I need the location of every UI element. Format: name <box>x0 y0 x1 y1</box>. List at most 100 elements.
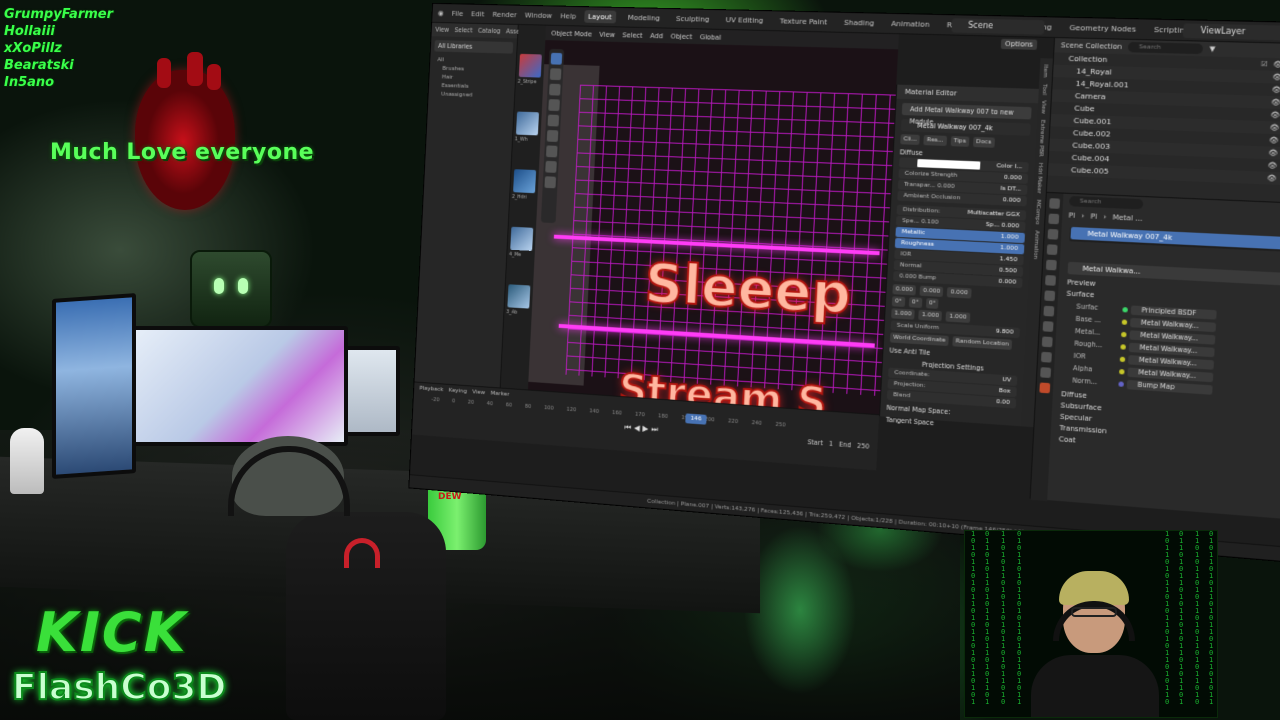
docs-chip[interactable]: Docs <box>972 136 995 148</box>
color-swatch[interactable] <box>917 159 981 170</box>
render-tab-icon[interactable] <box>1048 213 1060 225</box>
catalog-item[interactable]: Unassigned <box>428 89 514 100</box>
asset-thumbnail[interactable] <box>507 284 531 309</box>
tab-item[interactable]: Item <box>1042 64 1049 77</box>
tool-tab-icon[interactable] <box>1049 198 1061 209</box>
mapping-field[interactable]: 0.000 <box>892 284 917 296</box>
transform-tool-icon[interactable] <box>546 129 559 142</box>
visibility-icons[interactable]: 👁▣ <box>1267 159 1280 173</box>
output-tab-icon[interactable] <box>1047 228 1059 240</box>
outliner-search-input[interactable]: Search <box>1128 41 1204 55</box>
mapping-field[interactable]: 0° <box>891 296 906 307</box>
menu-edit[interactable]: Edit <box>471 9 485 18</box>
asset-menu-catalog[interactable]: Catalog <box>478 27 501 35</box>
timeline-menu-marker[interactable]: Marker <box>490 390 509 398</box>
playhead[interactable]: 146 <box>685 413 707 425</box>
viewport-menu-select[interactable]: Select <box>622 31 643 39</box>
play-icon[interactable]: ▶ <box>642 424 648 434</box>
asset-thumbnail[interactable] <box>513 169 537 194</box>
rotate-tool-icon[interactable] <box>548 99 560 112</box>
tab-animation-panel[interactable]: Animation <box>1032 230 1040 259</box>
3d-viewport[interactable]: Object Mode View Select Add Object Globa… <box>527 25 899 415</box>
material-name-field[interactable]: Metal Walkway 007_4k <box>900 119 1031 136</box>
scene-tab-icon[interactable] <box>1045 259 1057 271</box>
is-dt-checkbox[interactable]: Is DT... <box>1000 184 1021 195</box>
mapping-field[interactable]: 0° <box>908 297 923 308</box>
visibility-icons[interactable]: ☑👁▣ <box>1260 58 1280 72</box>
scene-selector[interactable]: Scene <box>951 18 1045 35</box>
material-tab-icon[interactable] <box>1039 382 1051 394</box>
tab-modeling[interactable]: Modeling <box>624 11 664 25</box>
tab-extreme-pbr[interactable]: Extreme PBR <box>1037 120 1045 157</box>
menu-file[interactable]: File <box>452 9 464 18</box>
random-location-button[interactable]: Random Location <box>952 336 1013 350</box>
asset-menu-select[interactable]: Select <box>454 26 472 34</box>
view-layer-tab-icon[interactable] <box>1046 244 1058 256</box>
view-layer-selector[interactable]: ViewLayer <box>1182 23 1280 41</box>
tips-chip[interactable]: Tips <box>950 136 970 147</box>
visibility-icons[interactable]: 👁▣ <box>1267 172 1280 186</box>
asset-thumbnail[interactable] <box>518 53 542 78</box>
tab-view[interactable]: View <box>1040 100 1047 114</box>
asset-thumbnail[interactable] <box>510 226 534 251</box>
jump-start-icon[interactable]: ⏮ <box>624 423 631 433</box>
visibility-icons[interactable]: 👁▣ <box>1271 96 1280 110</box>
cursor-tool-icon[interactable] <box>549 68 562 81</box>
timeline-menu-keying[interactable]: Keying <box>449 387 467 395</box>
menu-window[interactable]: Window <box>525 11 553 20</box>
visibility-icons[interactable]: 👁▣ <box>1272 71 1280 84</box>
visibility-icons[interactable]: 👁▣ <box>1269 121 1280 135</box>
object-tab-icon[interactable] <box>1044 290 1056 302</box>
constraints-tab-icon[interactable] <box>1040 351 1052 363</box>
tab-layout[interactable]: Layout <box>584 10 616 24</box>
tab-animation[interactable]: Animation <box>887 17 934 31</box>
start-frame-field[interactable]: 1 <box>829 440 833 448</box>
particles-tab-icon[interactable] <box>1042 321 1054 332</box>
visibility-icons[interactable]: 👁▣ <box>1270 109 1280 123</box>
mapping-field[interactable]: 1.000 <box>891 308 915 320</box>
visibility-icons[interactable]: 👁▣ <box>1269 134 1280 148</box>
mapping-field[interactable]: 1.000 <box>918 309 943 322</box>
end-frame-field[interactable]: 250 <box>857 442 870 451</box>
mode-selector[interactable]: Object Mode <box>551 29 592 38</box>
asset-menu-view[interactable]: View <box>435 26 449 34</box>
world-tab-icon[interactable] <box>1045 275 1056 286</box>
viewport-menu-add[interactable]: Add <box>650 32 663 40</box>
tab-sculpting[interactable]: Sculpting <box>672 12 714 26</box>
move-tool-icon[interactable] <box>549 83 561 96</box>
physics-tab-icon[interactable] <box>1041 336 1053 348</box>
tab-uv-editing[interactable]: UV Editing <box>721 13 767 27</box>
tab-shading[interactable]: Shading <box>840 16 879 30</box>
viewport-menu-view[interactable]: View <box>599 30 615 38</box>
menu-render[interactable]: Render <box>492 10 517 19</box>
clip-chip[interactable]: Cli... <box>900 134 921 145</box>
options-dropdown[interactable]: Options <box>1000 38 1038 50</box>
filter-icon[interactable]: ▼ <box>1209 45 1215 54</box>
step-back-icon[interactable]: ◀ <box>634 423 640 433</box>
menu-help[interactable]: Help <box>560 11 576 20</box>
tab-hdri-maker[interactable]: Hdri Maker <box>1035 163 1043 194</box>
library-selector[interactable]: All Libraries <box>434 40 514 54</box>
add-cube-tool-icon[interactable] <box>544 176 557 189</box>
data-tab-icon[interactable] <box>1040 367 1052 379</box>
timeline-menu-view[interactable]: View <box>472 388 485 396</box>
tab-tool[interactable]: Tool <box>1041 83 1048 94</box>
scale-tool-icon[interactable] <box>547 114 560 127</box>
tab-mcompo[interactable]: MCompo <box>1034 200 1042 225</box>
measure-tool-icon[interactable] <box>545 160 557 173</box>
visibility-icons[interactable]: 👁▣ <box>1271 83 1280 96</box>
select-tool-icon[interactable] <box>550 52 563 65</box>
jump-end-icon[interactable]: ⏭ <box>651 425 658 435</box>
visibility-icons[interactable]: 👁▣ <box>1268 147 1280 161</box>
mapping-field[interactable]: 0.000 <box>919 285 944 298</box>
timeline-menu-playback[interactable]: Playback <box>419 385 443 393</box>
mapping-field[interactable]: 0° <box>925 298 940 309</box>
world-coordinate-button[interactable]: World Coordinate <box>889 332 949 347</box>
mapping-field[interactable]: 1.000 <box>945 311 970 323</box>
viewport-menu-object[interactable]: Object <box>670 32 692 40</box>
asset-thumbnail[interactable] <box>515 111 540 136</box>
res-chip[interactable]: Res... <box>923 135 947 146</box>
blender-logo-icon[interactable]: ◉ <box>438 9 444 18</box>
add-to-module-button[interactable]: Add Metal Walkway 007 to new Module <box>901 102 1032 126</box>
tab-geometry-nodes[interactable]: Geometry Nodes <box>1065 21 1141 36</box>
